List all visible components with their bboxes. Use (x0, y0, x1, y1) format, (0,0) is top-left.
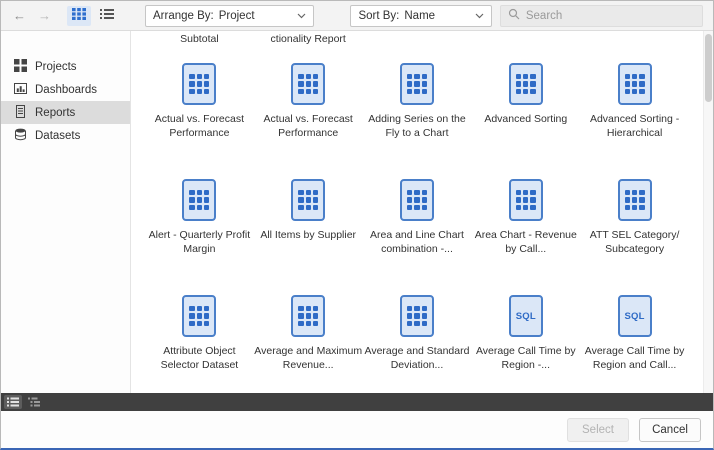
report-document-icon (509, 179, 543, 221)
grid-view-button[interactable] (67, 6, 91, 26)
search-input[interactable] (526, 10, 695, 22)
sidebar-item-label: Datasets (35, 130, 80, 142)
cancel-button[interactable]: Cancel (639, 418, 701, 442)
report-item-label: Actual vs. Forecast Performance (145, 113, 253, 140)
arrange-by-value: Project (219, 10, 255, 22)
status-bar (1, 393, 713, 411)
report-item[interactable]: Advanced Sorting (471, 63, 580, 159)
sidebar-item-label: Projects (35, 61, 77, 73)
report-item-label: All Items by Supplier (260, 229, 356, 243)
list-mode-button[interactable] (4, 395, 22, 409)
sort-by-value: Name (404, 10, 435, 22)
report-document-icon (618, 179, 652, 221)
report-document-icon (291, 63, 325, 105)
arrange-by-dropdown[interactable]: Arrange By: Project (145, 5, 314, 27)
dialog-footer: Select Cancel (1, 411, 713, 448)
sql-document-icon: SQL (618, 295, 652, 337)
report-item[interactable]: Area Chart - Revenue by Call... (471, 179, 580, 275)
report-document-icon (400, 295, 434, 337)
grid-row: Actual vs. Forecast Performance Actual v… (145, 63, 689, 159)
report-item-label: Alert - Quarterly Profit Margin (145, 229, 253, 256)
report-item-label: Average Call Time by Region -... (472, 345, 580, 372)
report-item[interactable]: Average and Standard Deviation... (363, 295, 472, 391)
report-item[interactable]: ATT SEL Category/ Subcategory (580, 179, 689, 275)
sidebar-item-dashboards[interactable]: Dashboards (1, 78, 130, 101)
items-grid: Subtotal ctionality Report Actual vs. Fo… (131, 33, 713, 391)
report-item-label: Actual vs. Forecast Performance (254, 113, 362, 140)
search-box[interactable] (500, 5, 703, 27)
object-browser-dialog: ← → (0, 0, 714, 450)
reports-document-icon (14, 105, 27, 121)
report-item[interactable]: SQL Average Call Time by Region -... (471, 295, 580, 391)
report-item[interactable]: Alert - Quarterly Profit Margin (145, 179, 254, 275)
vertical-scrollbar[interactable] (703, 31, 713, 393)
search-icon (508, 7, 520, 25)
items-panel: Subtotal ctionality Report Actual vs. Fo… (131, 31, 713, 393)
report-item[interactable]: Adding Series on the Fly to a Chart (363, 63, 472, 159)
sidebar-item-label: Reports (35, 107, 75, 119)
grid-view-icon (72, 8, 86, 23)
report-item-label[interactable]: Subtotal (145, 33, 254, 47)
sort-by-dropdown[interactable]: Sort By: Name (350, 5, 491, 27)
report-document-icon (291, 295, 325, 337)
report-item-label: ATT SEL Category/ Subcategory (581, 229, 689, 256)
report-item-label: Attribute Object Selector Dataset (145, 345, 253, 372)
sidebar-item-label: Dashboards (35, 84, 97, 96)
report-item[interactable]: All Items by Supplier (254, 179, 363, 275)
report-document-icon (400, 63, 434, 105)
sidebar-item-projects[interactable]: Projects (1, 55, 130, 78)
partial-row: Subtotal ctionality Report (145, 33, 689, 47)
sql-badge: SQL (625, 311, 645, 322)
report-item-label: Area and Line Chart combination -... (363, 229, 471, 256)
report-item-label: Area Chart - Revenue by Call... (472, 229, 580, 256)
report-item-label: Adding Series on the Fly to a Chart (363, 113, 471, 140)
report-item[interactable]: Advanced Sorting - Hierarchical (580, 63, 689, 159)
dashboards-chart-icon (14, 82, 27, 98)
report-document-icon (509, 63, 543, 105)
sql-document-icon: SQL (509, 295, 543, 337)
tree-mode-button[interactable] (25, 395, 43, 409)
sidebar-item-datasets[interactable]: Datasets (1, 124, 130, 147)
arrange-by-label: Arrange By: (153, 10, 214, 22)
list-mode-icon (7, 395, 19, 410)
report-item-label: Average and Standard Deviation... (363, 345, 471, 372)
list-view-button[interactable] (95, 6, 119, 26)
report-document-icon (182, 179, 216, 221)
report-item[interactable]: Actual vs. Forecast Performance (254, 63, 363, 159)
back-button[interactable]: ← (11, 9, 28, 22)
scrollbar-thumb[interactable] (705, 34, 712, 102)
sidebar-item-reports[interactable]: Reports (1, 101, 130, 124)
grid-row: Attribute Object Selector Dataset Averag… (145, 295, 689, 391)
report-item[interactable]: Actual vs. Forecast Performance (145, 63, 254, 159)
view-toggle (67, 6, 119, 26)
report-item-label: Average and Maximum Revenue... (254, 345, 362, 372)
sidebar: Projects Dashboards Reports Datasets (1, 31, 131, 393)
report-item[interactable]: Attribute Object Selector Dataset (145, 295, 254, 391)
report-item-label[interactable]: ctionality Report (254, 33, 363, 47)
report-item[interactable]: Average and Maximum Revenue... (254, 295, 363, 391)
report-item-label: Advanced Sorting - Hierarchical (581, 113, 689, 140)
datasets-database-icon (14, 128, 27, 144)
list-view-icon (100, 8, 114, 23)
projects-grid-icon (14, 59, 27, 75)
report-document-icon (291, 179, 325, 221)
chevron-down-icon (297, 13, 306, 19)
grid-row: Alert - Quarterly Profit Margin All Item… (145, 179, 689, 275)
tree-mode-icon (28, 395, 40, 410)
toolbar: ← → (1, 1, 713, 31)
dialog-body: Projects Dashboards Reports Datasets (1, 31, 713, 393)
report-item[interactable]: SQL Average Call Time by Region and Call… (580, 295, 689, 391)
select-button[interactable]: Select (567, 418, 629, 442)
report-document-icon (618, 63, 652, 105)
report-item-label: Average Call Time by Region and Call... (581, 345, 689, 372)
report-document-icon (182, 295, 216, 337)
sql-badge: SQL (516, 311, 536, 322)
report-document-icon (182, 63, 216, 105)
report-item[interactable]: Area and Line Chart combination -... (363, 179, 472, 275)
sort-by-label: Sort By: (358, 10, 399, 22)
chevron-down-icon (475, 13, 484, 19)
report-document-icon (400, 179, 434, 221)
forward-button[interactable]: → (36, 9, 53, 22)
report-item-label: Advanced Sorting (484, 113, 567, 127)
